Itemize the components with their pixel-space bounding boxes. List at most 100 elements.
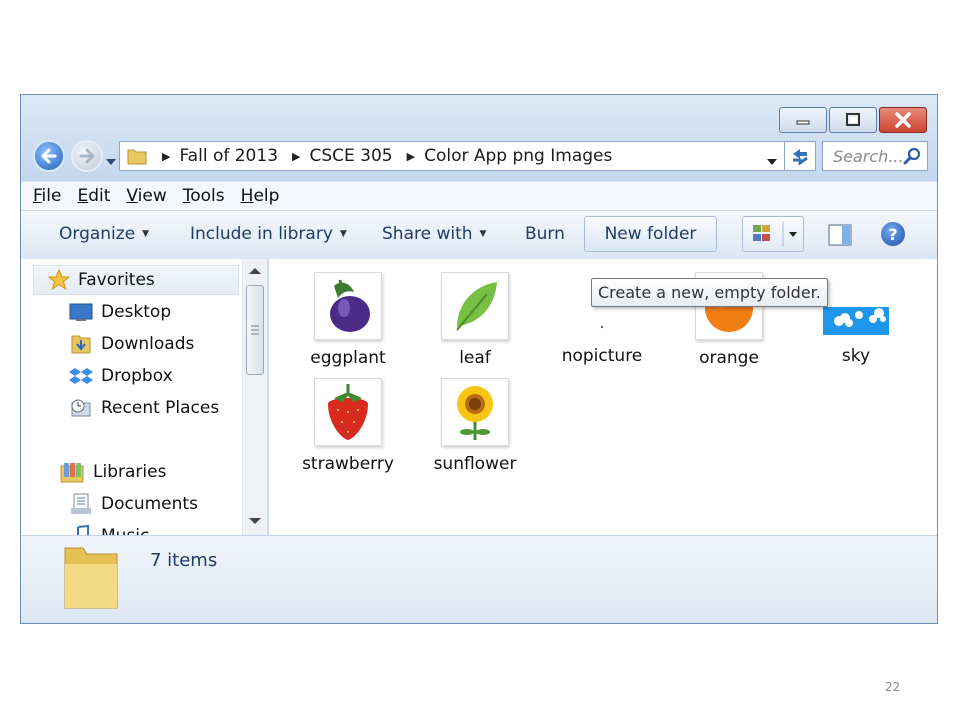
preview-pane-icon [828,224,852,246]
include-label: Include in library [190,224,333,244]
item-count: 7 items [150,550,218,571]
nav-favorites[interactable]: Favorites [33,265,239,295]
search-box[interactable]: Search... [822,141,928,171]
address-history-dropdown[interactable] [766,151,778,171]
nav-scrollbar[interactable] [242,259,267,535]
nav-label: Recent Places [101,398,220,418]
forward-button[interactable] [71,140,103,172]
file-item[interactable]: sunflower [420,378,530,474]
nav-downloads[interactable]: Downloads [69,329,194,359]
dropbox-icon [69,368,93,384]
chevron-down-icon [767,159,777,165]
star-icon [48,269,70,291]
share-with-button[interactable]: Share with ▼ [382,224,486,244]
menu-file[interactable]: File [33,186,61,206]
share-label: Share with [382,224,473,244]
chevron-right-icon: ▶ [406,149,416,163]
file-name: nopicture [561,346,643,366]
folder-icon [127,149,147,165]
nav-label: Documents [101,494,198,514]
back-button[interactable] [33,140,65,172]
burn-label: Burn [525,224,565,244]
nav-music[interactable]: Music [69,521,149,535]
breadcrumb-label: Color App png Images [424,146,613,166]
file-thumbnail [823,272,889,338]
libraries-icon [60,463,84,483]
grip-icon [251,325,259,335]
view-icon [753,221,797,247]
file-name: leaf [459,348,491,368]
recent-places-icon [71,399,91,417]
chevron-down-icon: ▼ [142,229,150,239]
breadcrumb-item[interactable]: ▶ Fall of 2013 [162,146,278,166]
menu-tools[interactable]: Tools [183,186,225,206]
change-view-button[interactable] [742,216,804,252]
breadcrumb-item[interactable]: ▶ CSCE 305 [292,146,393,166]
sunflower-icon [457,386,493,440]
new-folder-label: New folder [604,224,697,244]
chevron-down-icon [106,159,116,165]
refresh-icon [793,149,808,165]
maximize-button[interactable] [829,107,877,133]
breadcrumb-item[interactable]: ▶ Color App png Images [407,146,613,166]
nav-label: Desktop [101,302,172,322]
minimize-icon [796,120,810,125]
file-item[interactable]: leaf [420,272,530,368]
file-name: orange [699,348,759,368]
help-button[interactable]: ? [881,222,905,246]
eggplant-icon [330,279,370,332]
new-folder-button[interactable]: New folder [584,216,717,252]
tooltip: Create a new, empty folder. [591,278,828,307]
nav-documents[interactable]: Documents [69,489,198,519]
menu-view[interactable]: View [126,186,166,206]
breadcrumb-label: CSCE 305 [309,146,393,166]
downloads-icon [71,335,91,354]
burn-button[interactable]: Burn [525,224,565,244]
close-button[interactable] [879,107,927,133]
file-item[interactable]: eggplant [293,272,403,368]
file-item[interactable]: strawberry [293,378,403,474]
back-arrow-icon [41,148,57,164]
refresh-button[interactable] [784,141,816,171]
scroll-thumb[interactable] [246,285,264,375]
file-thumbnail [314,272,382,340]
address-bar[interactable]: ▶ Fall of 2013 ▶ CSCE 305 ▶ Color App pn… [119,141,787,171]
nav-label: Libraries [93,462,167,482]
include-in-library-button[interactable]: Include in library ▼ [190,224,347,244]
nav-label: Downloads [101,334,195,354]
nav-desktop[interactable]: Desktop [69,297,171,327]
file-name: sunflower [433,454,517,474]
nav-label: Favorites [78,270,155,290]
title-bar: ▶ Fall of 2013 ▶ CSCE 305 ▶ Color App pn… [21,95,937,181]
documents-icon [71,493,91,514]
recent-pages-dropdown[interactable] [105,151,117,170]
details-pane: 7 items [21,535,937,623]
search-placeholder: Search... [833,146,904,166]
sky-icon [823,307,889,335]
navigation-pane: Favorites Desktop Downloads Dropbox Rece… [21,259,268,535]
music-icon [77,525,89,535]
scroll-up-icon [249,268,261,274]
command-bar: Organize ▼ Include in library ▼ Share with… [21,210,937,260]
preview-pane-button[interactable] [828,224,852,251]
file-name: eggplant [310,348,386,368]
slide-number: 22 [885,680,901,694]
chevron-right-icon: ▶ [292,149,301,163]
caption-buttons [777,107,927,133]
file-name: sky [841,346,871,366]
nav-label: Dropbox [101,366,173,386]
organize-label: Organize [59,224,136,244]
nav-dropbox[interactable]: Dropbox [69,361,173,391]
chevron-right-icon: ▶ [162,149,171,163]
nav-label: Music [101,526,149,535]
search-icon [903,147,921,165]
nav-libraries[interactable]: Libraries [59,457,166,487]
minimize-button[interactable] [779,107,827,133]
organize-button[interactable]: Organize ▼ [59,224,149,244]
help-icon: ? [888,224,898,244]
menu-edit[interactable]: Edit [77,186,110,206]
chevron-down-icon: ▼ [479,229,487,239]
breadcrumb-label: Fall of 2013 [179,146,279,166]
nav-recent-places[interactable]: Recent Places [69,393,219,423]
menu-help[interactable]: Help [241,186,280,206]
